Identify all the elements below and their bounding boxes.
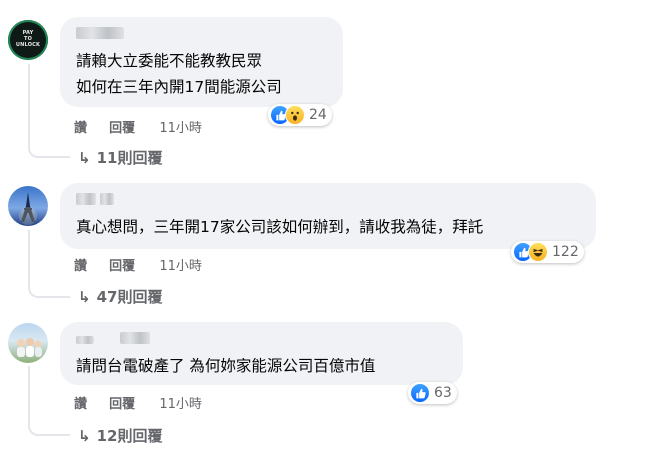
comment-bubble: 真心想問，三年開17家公司該如何辦到，請收我為徒，拜託 [60,183,596,249]
reaction-summary[interactable]: 63 [408,382,457,404]
commenter-avatar[interactable]: PAY TO UNLOCK [8,20,48,60]
like-link[interactable]: 讚 [74,117,87,136]
eiffel-tower-icon [19,192,37,225]
reply-arrow-icon: ↳ [78,288,91,306]
commenter-name-redacted[interactable] [100,193,114,205]
reaction-count: 122 [552,244,579,260]
timestamp[interactable]: 11小時 [159,117,202,136]
group-photo-icon [17,338,42,357]
view-replies-button[interactable]: ↳ 47則回覆 [78,286,162,307]
commenter-name-redacted[interactable] [76,27,124,39]
commenter-avatar[interactable] [8,186,48,226]
thread-line [28,230,70,298]
comment-actions: 讚 回覆 11小時 [74,393,202,412]
commenter-name-redacted[interactable] [120,332,150,344]
haha-icon [528,242,548,262]
avatar-text: PAY TO UNLOCK [15,30,41,48]
reaction-summary[interactable]: 24 [268,104,332,126]
view-replies-button[interactable]: ↳ 12則回覆 [78,425,162,446]
commenter-name-redacted[interactable] [76,193,96,205]
comment-text: 真心想問，三年開17家公司該如何辦到，請收我為徒，拜託 [76,218,484,236]
like-link[interactable]: 讚 [74,393,87,412]
wow-icon [285,105,305,125]
reaction-count: 63 [434,385,452,401]
thread-line [28,366,70,436]
comment-bubble: 請問台電破產了 為何妳家能源公司百億市值 [60,322,463,385]
commenter-name-redacted[interactable] [76,336,94,344]
like-link[interactable]: 讚 [74,255,87,274]
reaction-count: 24 [309,107,327,123]
comment-text: 請賴大立委能不能教教民眾 [76,52,263,70]
comment-bubble: 請賴大立委能不能教教民眾 如何在三年內開17間能源公司 [60,17,343,107]
commenter-avatar[interactable] [8,323,48,363]
reply-link[interactable]: 回覆 [109,117,135,136]
like-icon [410,383,430,403]
timestamp[interactable]: 11小時 [159,255,202,274]
comment-text: 如何在三年內開17間能源公司 [76,78,282,96]
reply-link[interactable]: 回覆 [109,393,135,412]
comment-actions: 讚 回覆 11小時 [74,255,202,274]
view-replies-button[interactable]: ↳ 11則回覆 [78,147,162,168]
thread-line [28,64,70,158]
comment-actions: 讚 回覆 11小時 [74,117,202,136]
reply-link[interactable]: 回覆 [109,255,135,274]
reply-arrow-icon: ↳ [78,427,91,445]
comment-text: 請問台電破產了 為何妳家能源公司百億市值 [76,357,376,375]
reply-arrow-icon: ↳ [78,149,91,167]
timestamp[interactable]: 11小時 [159,393,202,412]
reaction-summary[interactable]: 122 [511,241,584,263]
